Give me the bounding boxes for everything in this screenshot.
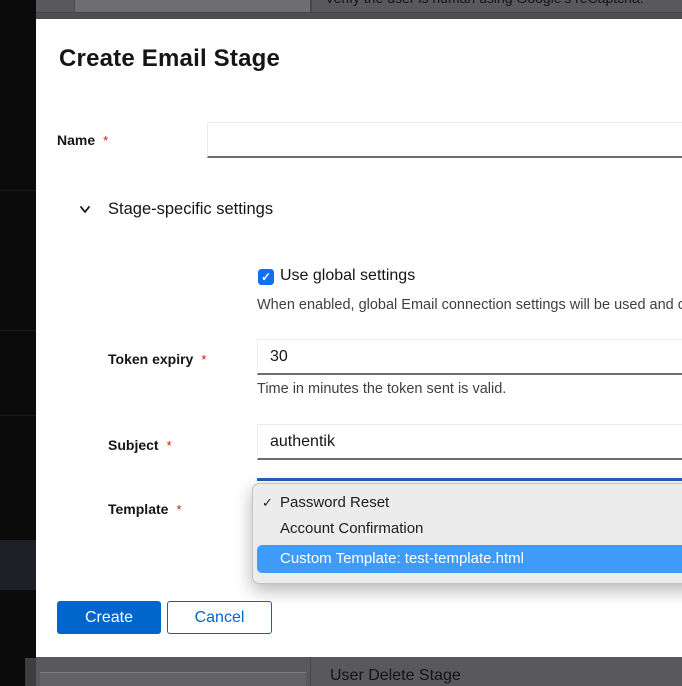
subject-label: Subject * [108,437,172,453]
sidebar-divider [0,330,36,331]
sidebar-active-item[interactable] [0,540,36,590]
required-asterisk: * [167,438,172,453]
menu-item-password-reset[interactable]: ✓ Password Reset [253,490,682,516]
background-table-cell [40,673,306,686]
checkmark-icon: ✓ [262,490,273,516]
background-row-description: Verify the user is human using Google's … [325,0,644,6]
name-label-text: Name [57,132,95,148]
background-row-label: User Delete Stage [330,667,461,685]
menu-item-label: Custom Template: test-template.html [280,550,524,567]
modal-title: Create Email Stage [59,45,280,73]
use-global-settings-checkbox[interactable]: ✓ [258,269,274,285]
required-asterisk: * [201,352,206,367]
subject-input[interactable] [257,424,682,460]
token-expiry-label-text: Token expiry [108,351,193,367]
dimmed-page-top: Verify the user is human using Google's … [36,0,682,19]
sidebar-divider [0,415,36,416]
dimmed-page-bottom: User Delete Stage [36,657,682,686]
use-global-settings-label[interactable]: Use global settings [280,267,415,285]
stage-specific-settings-header[interactable]: Stage-specific settings [108,200,273,219]
chevron-down-icon[interactable] [78,202,92,216]
menu-item-account-confirmation[interactable]: Account Confirmation [253,516,682,542]
token-expiry-label: Token expiry * [108,351,206,367]
token-expiry-helper: Time in minutes the token sent is valid. [257,381,506,397]
token-expiry-input[interactable] [257,339,682,375]
name-input[interactable] [207,122,682,158]
app-sidebar [0,0,36,686]
checkmark-icon: ✓ [261,270,271,284]
background-row-edge [36,12,682,19]
template-dropdown-menu: ✓ Password Reset Account Confirmation Cus… [252,483,682,584]
create-button[interactable]: Create [57,601,161,634]
create-email-stage-modal: Create Email Stage Name * Stage-specific … [36,19,682,657]
table-column-divider [310,657,311,686]
subject-label-text: Subject [108,437,159,453]
sidebar-divider [0,190,36,191]
sidebar-bottom-shade [25,658,36,686]
required-asterisk: * [103,133,108,148]
menu-item-label: Account Confirmation [280,520,423,537]
required-asterisk: * [176,502,181,517]
menu-item-label: Password Reset [280,494,389,511]
name-field-label: Name * [57,132,108,148]
menu-item-custom-template[interactable]: Custom Template: test-template.html [257,545,682,573]
cancel-button[interactable]: Cancel [167,601,272,634]
template-select-focus-edge[interactable] [257,478,682,481]
screenshot-root: Verify the user is human using Google's … [0,0,682,686]
template-label: Template * [108,501,182,517]
use-global-settings-helper: When enabled, global Email connection se… [257,297,682,313]
template-label-text: Template [108,501,168,517]
